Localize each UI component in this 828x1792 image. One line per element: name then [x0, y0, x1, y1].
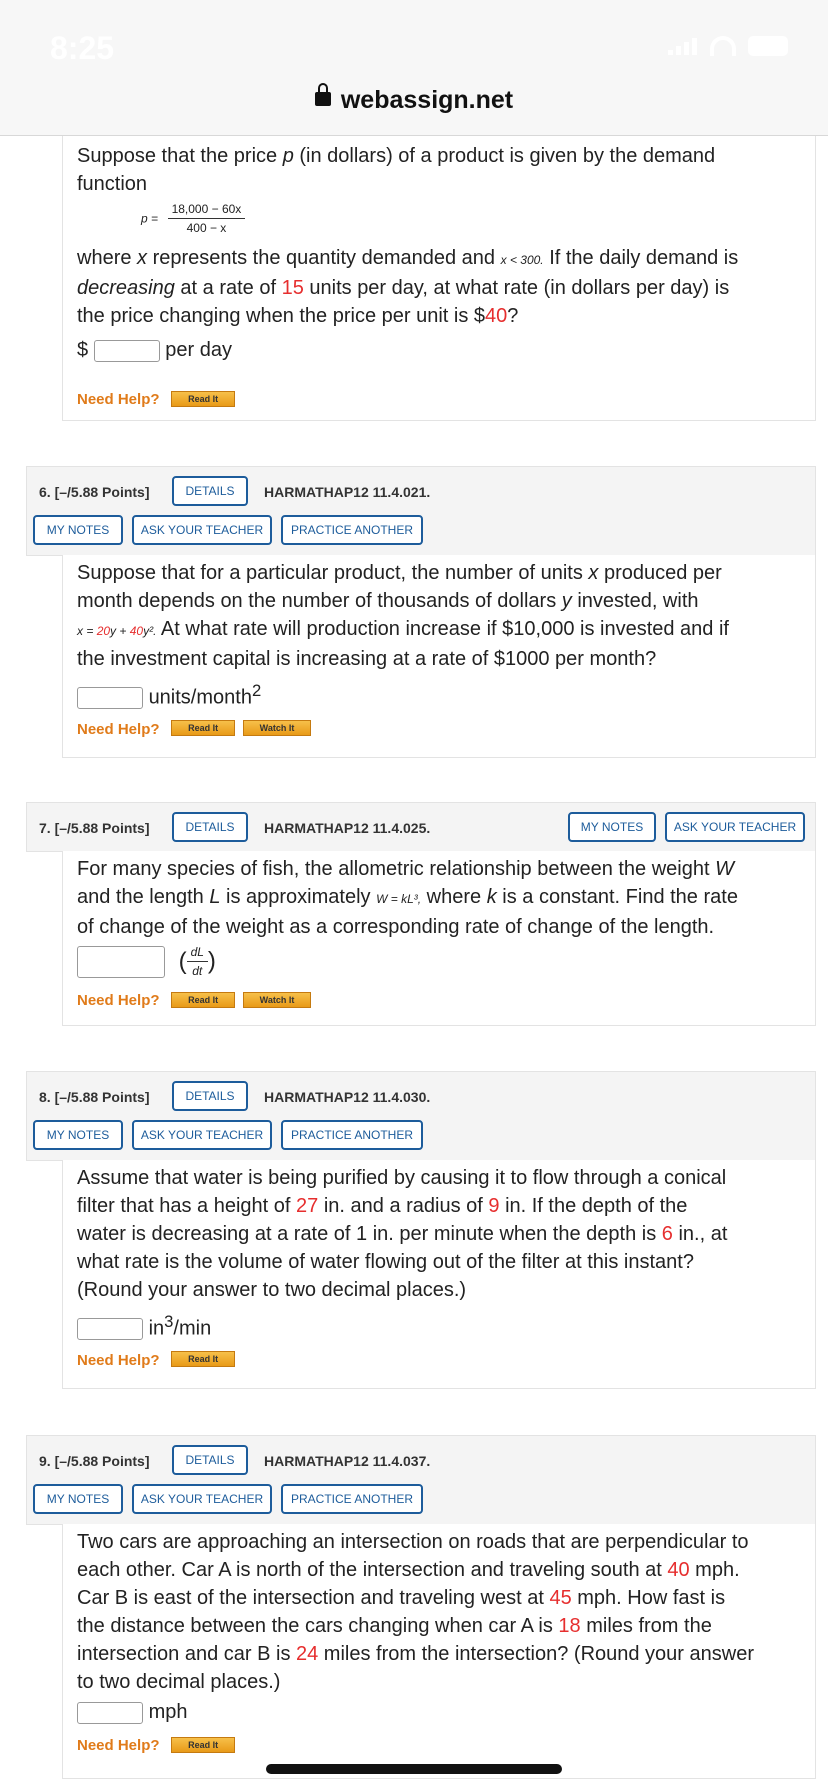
read-it-button[interactable]: Read It: [171, 720, 236, 737]
q8-answer-row: in3/min: [77, 1308, 801, 1343]
watch-it-button[interactable]: Watch It: [242, 991, 312, 1008]
need-help-label: Need Help?: [77, 1351, 160, 1369]
details-button[interactable]: DETAILS: [172, 812, 248, 842]
q5-text-line3: where x represents the quantity demanded…: [77, 247, 739, 269]
q7-answer-row: (dL dt): [77, 945, 801, 981]
question-7-body: For many species of fish, the allometric…: [63, 851, 815, 1015]
question-5-body: Suppose that the price p (in dollars) of…: [63, 136, 815, 414]
read-it-button[interactable]: Read It: [171, 1736, 236, 1753]
url-text: webassign.net: [340, 86, 514, 114]
q5-answer-input[interactable]: [93, 339, 160, 362]
q6-answer-row: units/month2: [77, 677, 801, 712]
q9-help-row: Need Help? Read It: [77, 1730, 801, 1760]
my-notes-button[interactable]: MY NOTES: [33, 1484, 123, 1514]
watch-it-button[interactable]: Watch It: [242, 720, 312, 737]
practice-another-button[interactable]: PRACTICE ANOTHER: [281, 1120, 423, 1150]
question-6-header: 6. [–/5.88 Points] DETAILS HARMATHAP12 1…: [26, 466, 816, 556]
question-6-body: Suppose that for a particular product, t…: [63, 555, 815, 744]
q6-number: 6. [–/5.88 Points]: [39, 484, 150, 500]
question-8-header: 8. [–/5.88 Points] DETAILS HARMATHAP12 1…: [26, 1071, 816, 1161]
details-button[interactable]: DETAILS: [172, 476, 248, 506]
q8-number: 8. [–/5.88 Points]: [39, 1089, 150, 1105]
battery-icon: [748, 36, 788, 56]
my-notes-button[interactable]: MY NOTES: [33, 1120, 123, 1150]
q9-answer-input[interactable]: [77, 1701, 143, 1724]
q8-code: HARMATHAP12 11.4.030.: [264, 1089, 431, 1105]
q5-text-line1: Suppose that the price p (in dollars) of…: [77, 145, 716, 167]
q5-answer-row: $ per day: [77, 339, 232, 362]
details-button[interactable]: DETAILS: [172, 1081, 248, 1111]
q9-answer-row: mph: [77, 1698, 801, 1726]
details-button[interactable]: DETAILS: [172, 1445, 248, 1475]
ask-teacher-button[interactable]: ASK YOUR TEACHER: [132, 1120, 272, 1150]
q7-code: HARMATHAP12 11.4.025.: [264, 820, 431, 836]
q7-answer-input[interactable]: [77, 945, 165, 978]
need-help-label: Need Help?: [77, 992, 160, 1009]
lock-icon: [314, 83, 331, 107]
question-7-header: 7. [–/5.88 Points] DETAILS HARMATHAP12 1…: [26, 802, 816, 852]
q8-help-row: Need Help? Read It: [77, 1345, 801, 1375]
q5-formula: p = 18,000 − 60x 400 − x: [141, 202, 801, 240]
q6-help-row: Need Help? Read It Watch It: [77, 714, 801, 744]
question-9-body: Two cars are approaching an intersection…: [63, 1524, 815, 1760]
q8-answer-input[interactable]: [77, 1318, 143, 1341]
status-time: 8:25: [50, 30, 115, 66]
q9-number: 9. [–/5.88 Points]: [39, 1453, 150, 1469]
question-8-body: Assume that water is being purified by c…: [63, 1160, 815, 1375]
practice-another-button[interactable]: PRACTICE ANOTHER: [281, 1484, 423, 1514]
question-6-card: Suppose that for a particular product, t…: [62, 555, 816, 758]
need-help-label: Need Help?: [77, 1737, 160, 1754]
url-bar[interactable]: webassign.net: [0, 83, 828, 115]
question-9-card: Two cars are approaching an intersection…: [62, 1524, 816, 1779]
question-7-card: For many species of fish, the allometric…: [62, 851, 816, 1026]
need-help-label: Need Help?: [77, 391, 160, 408]
q5-text-line5: the price changing when the price per un…: [77, 305, 519, 327]
need-help-label: Need Help?: [77, 720, 160, 738]
home-indicator[interactable]: [266, 1764, 562, 1774]
q5-help-row: Need Help? Read It: [77, 384, 801, 414]
ask-teacher-button[interactable]: ASK YOUR TEACHER: [132, 1484, 272, 1514]
q5-text-line2: function: [77, 173, 148, 195]
read-it-button[interactable]: Read It: [171, 390, 236, 407]
my-notes-button[interactable]: MY NOTES: [568, 812, 656, 842]
q6-answer-input[interactable]: [77, 687, 143, 710]
signal-icon: [668, 37, 698, 55]
q7-help-row: Need Help? Read It Watch It: [77, 985, 801, 1015]
practice-another-button[interactable]: PRACTICE ANOTHER: [281, 515, 423, 545]
question-8-card: Assume that water is being purified by c…: [62, 1160, 816, 1389]
wifi-icon: [710, 36, 736, 56]
question-9-header: 9. [–/5.88 Points] DETAILS HARMATHAP12 1…: [26, 1435, 816, 1525]
q5-text-line4: decreasing at a rate of 15 units per day…: [77, 277, 730, 299]
status-icons: [668, 36, 788, 56]
q9-code: HARMATHAP12 11.4.037.: [264, 1453, 431, 1469]
q7-number: 7. [–/5.88 Points]: [39, 820, 150, 836]
ask-teacher-button[interactable]: ASK YOUR TEACHER: [665, 812, 805, 842]
browser-top-bar: 8:25 webassign.net: [0, 0, 828, 136]
my-notes-button[interactable]: MY NOTES: [33, 515, 123, 545]
ask-teacher-button[interactable]: ASK YOUR TEACHER: [132, 515, 272, 545]
question-5-card: Suppose that the price p (in dollars) of…: [62, 136, 816, 421]
read-it-button[interactable]: Read It: [171, 991, 236, 1008]
q6-code: HARMATHAP12 11.4.021.: [264, 484, 431, 500]
read-it-button[interactable]: Read It: [171, 1351, 236, 1368]
